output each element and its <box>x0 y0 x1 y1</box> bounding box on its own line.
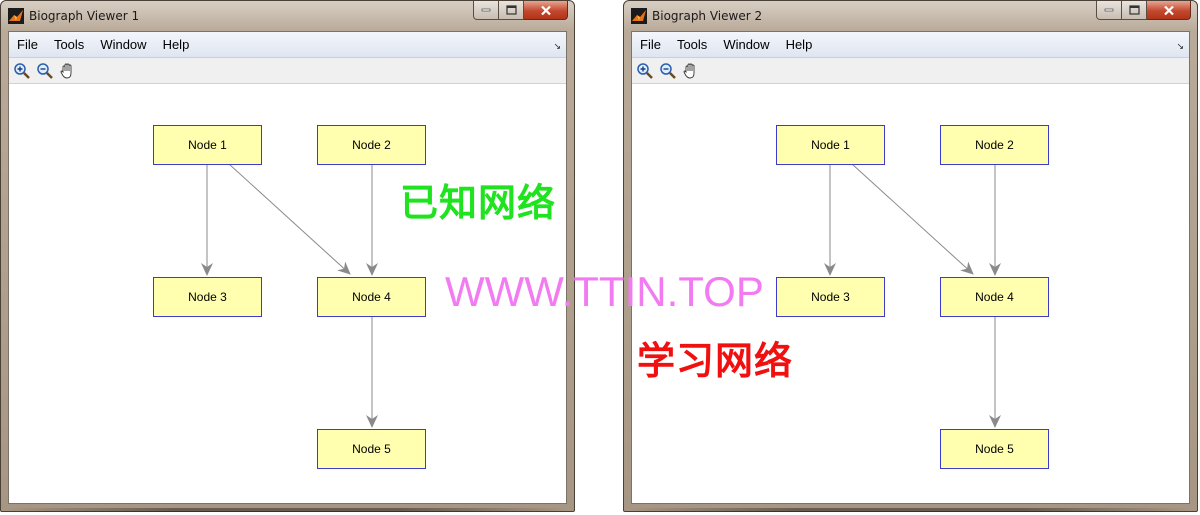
zoom-in-icon <box>637 62 653 79</box>
close-button[interactable] <box>524 1 568 20</box>
menu-tools[interactable]: Tools <box>54 37 84 52</box>
node-4[interactable]: Node 4 <box>940 277 1049 317</box>
matlab-logo-icon <box>8 8 24 24</box>
edge-node1-node4 <box>228 163 351 275</box>
pan-button[interactable] <box>58 61 78 81</box>
menu-bar: File Tools Window Help ↘ <box>9 32 566 58</box>
close-icon <box>1163 5 1174 15</box>
toolbar <box>632 58 1189 84</box>
zoom-in-button[interactable] <box>12 61 32 81</box>
maximize-icon <box>505 5 517 15</box>
menu-window[interactable]: Window <box>100 37 146 52</box>
window-title: Biograph Viewer 2 <box>652 9 763 23</box>
pan-hand-icon <box>683 63 695 78</box>
node-3[interactable]: Node 3 <box>776 277 885 317</box>
maximize-icon <box>1128 5 1140 15</box>
node-2[interactable]: Node 2 <box>317 125 426 165</box>
maximize-button[interactable] <box>1122 1 1147 20</box>
menu-tools[interactable]: Tools <box>677 37 707 52</box>
menu-file[interactable]: File <box>17 37 38 52</box>
matlab-logo-icon <box>631 8 647 24</box>
node-4[interactable]: Node 4 <box>317 277 426 317</box>
node-2[interactable]: Node 2 <box>940 125 1049 165</box>
menu-help[interactable]: Help <box>163 37 190 52</box>
zoom-in-button[interactable] <box>635 61 655 81</box>
zoom-in-icon <box>14 62 30 79</box>
title-bar[interactable]: Biograph Viewer 1 <box>1 1 574 31</box>
pan-hand-icon <box>60 63 72 78</box>
menu-bar: File Tools Window Help ↘ <box>632 32 1189 58</box>
minimize-icon <box>481 8 491 12</box>
node-5[interactable]: Node 5 <box>940 429 1049 469</box>
biograph-viewer-window-2[interactable]: Biograph Viewer 2 File Tools Window Help… <box>623 0 1198 512</box>
zoom-out-button[interactable] <box>35 61 55 81</box>
zoom-out-icon <box>37 62 53 79</box>
watermark-url: WWW.TTIN.TOP <box>445 268 764 315</box>
dock-arrow-icon[interactable]: ↘ <box>553 41 561 52</box>
maximize-button[interactable] <box>499 1 524 20</box>
node-5[interactable]: Node 5 <box>317 429 426 469</box>
learned-network-label: 学习网络 <box>637 339 794 383</box>
zoom-out-button[interactable] <box>658 61 678 81</box>
menu-help[interactable]: Help <box>786 37 813 52</box>
zoom-out-icon <box>660 62 676 79</box>
minimize-icon <box>1104 8 1114 12</box>
close-button[interactable] <box>1147 1 1191 20</box>
node-1[interactable]: Node 1 <box>153 125 262 165</box>
minimize-button[interactable] <box>473 1 499 20</box>
window-title: Biograph Viewer 1 <box>29 9 140 23</box>
edge-node1-node4 <box>851 163 974 275</box>
dock-arrow-icon[interactable]: ↘ <box>1176 41 1184 52</box>
node-3[interactable]: Node 3 <box>153 277 262 317</box>
node-1[interactable]: Node 1 <box>776 125 885 165</box>
close-icon <box>540 5 551 15</box>
toolbar <box>9 58 566 84</box>
title-bar[interactable]: Biograph Viewer 2 <box>624 1 1197 31</box>
menu-file[interactable]: File <box>640 37 661 52</box>
biograph-viewer-window-1[interactable]: Biograph Viewer 1 File Tools Window Help… <box>0 0 575 512</box>
known-network-label: 已知网络 <box>400 181 557 225</box>
menu-window[interactable]: Window <box>723 37 769 52</box>
minimize-button[interactable] <box>1096 1 1122 20</box>
pan-button[interactable] <box>681 61 701 81</box>
